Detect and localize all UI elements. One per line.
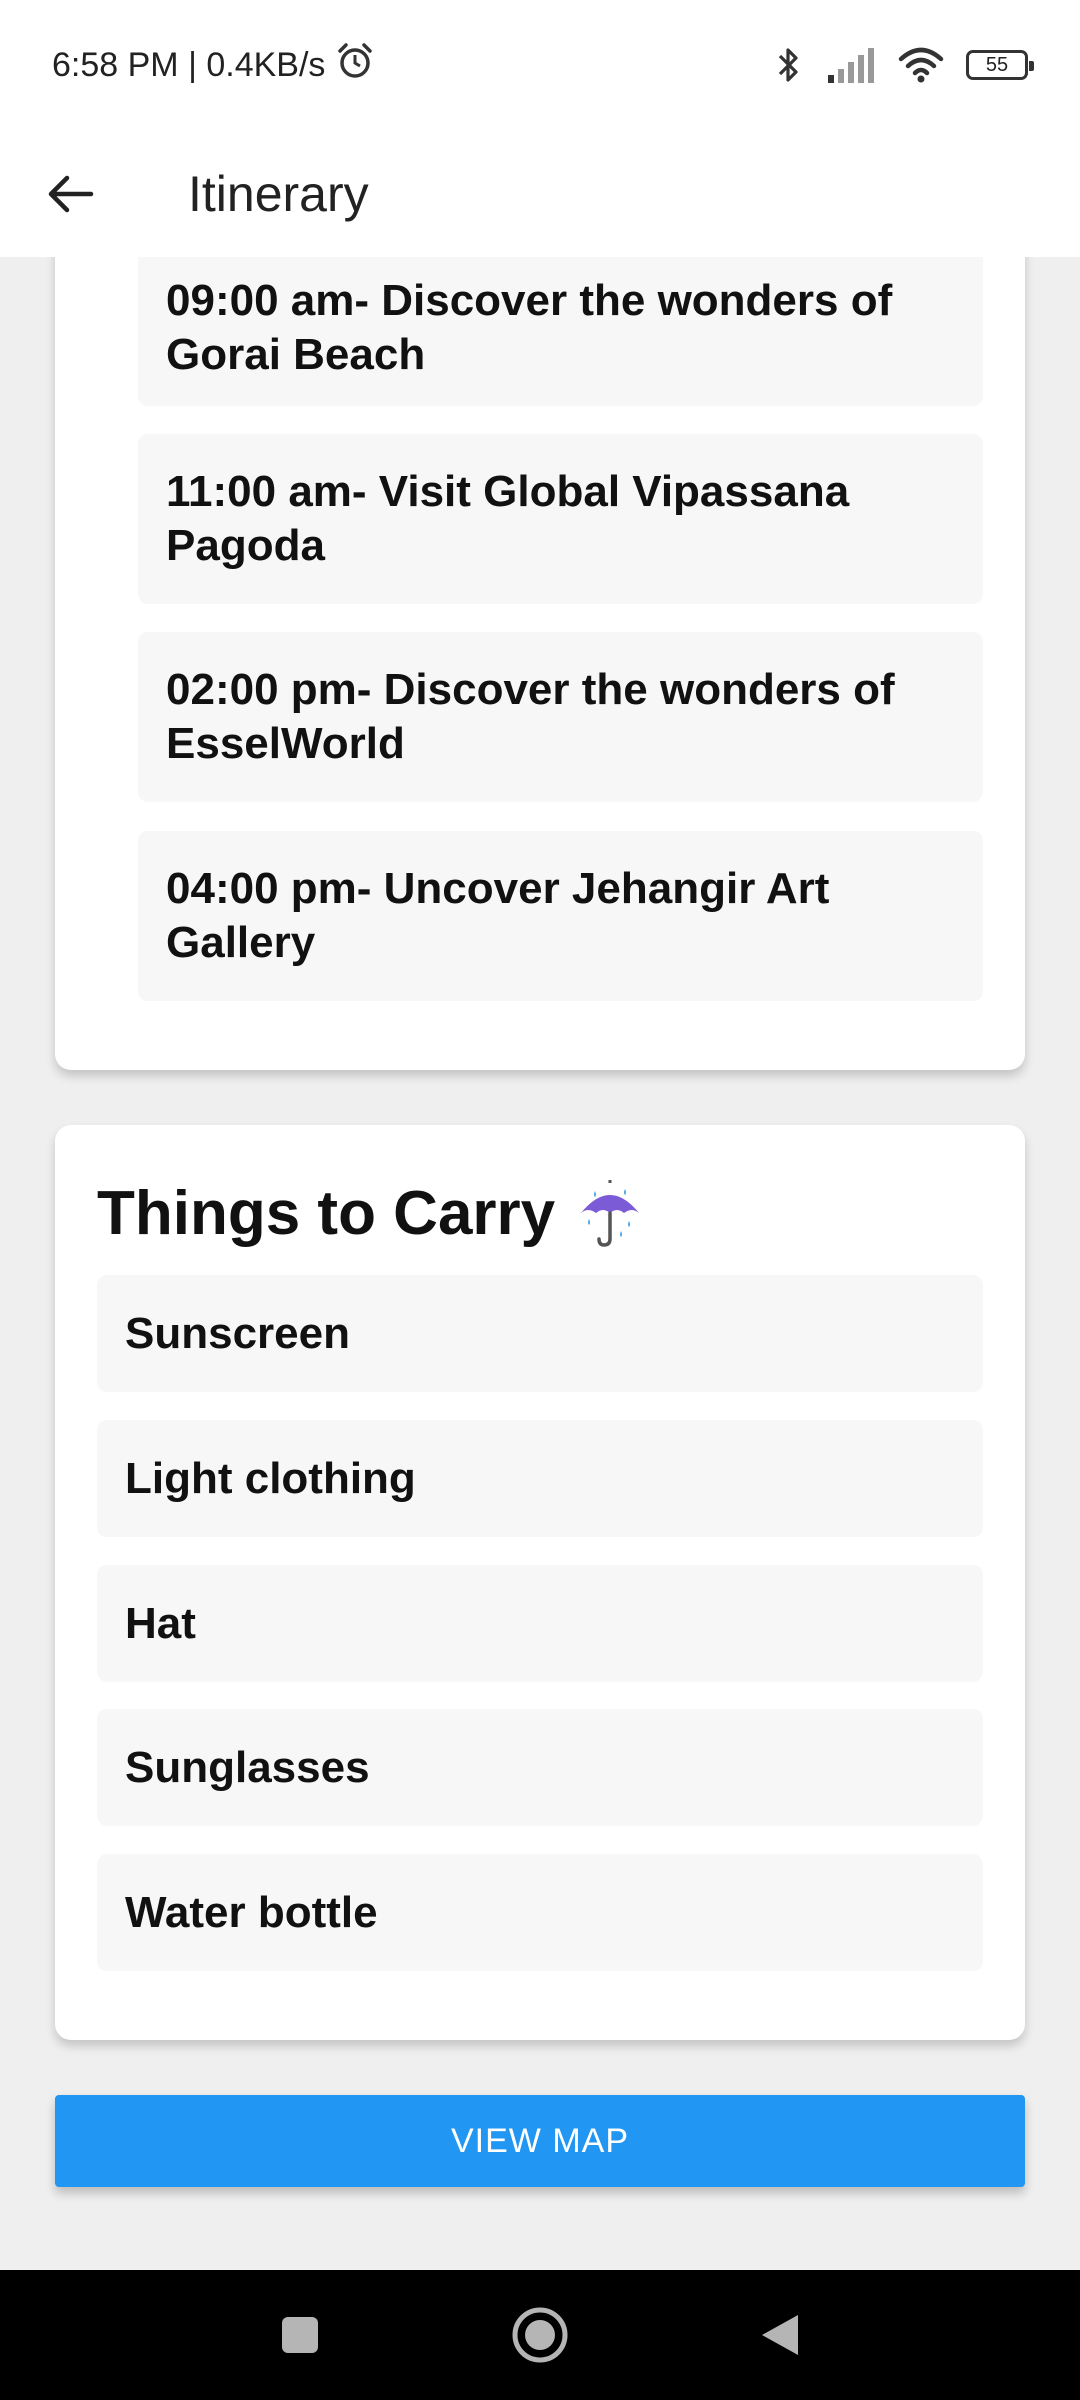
bluetooth-icon <box>774 45 804 85</box>
alarm-icon <box>335 41 375 90</box>
app-bar: Itinerary <box>0 130 1080 257</box>
status-left: 6:58 PM | 0.4KB/s <box>52 41 375 90</box>
recents-square-icon <box>282 2317 318 2353</box>
home-circle-icon <box>512 2307 568 2363</box>
itinerary-item-text: 04:00 pm- Uncover Jehangir Art Gallery <box>166 864 830 967</box>
itinerary-item[interactable]: 02:00 pm- Discover the wonders of EsselW… <box>138 632 983 802</box>
things-to-carry-heading: Things to Carry <box>97 1177 643 1249</box>
status-right: 55 <box>774 45 1034 85</box>
carry-item[interactable]: Sunglasses <box>97 1709 983 1826</box>
carry-item[interactable]: Water bottle <box>97 1854 983 1971</box>
page-title: Itinerary <box>188 165 369 222</box>
carry-item-text: Water bottle <box>125 1887 378 1937</box>
view-map-button[interactable]: VIEW MAP <box>55 2095 1025 2187</box>
carry-item-text: Sunglasses <box>125 1742 370 1792</box>
status-bar: 6:58 PM | 0.4KB/s 55 <box>0 0 1080 130</box>
carry-item[interactable]: Sunscreen <box>97 1275 983 1392</box>
itinerary-item[interactable]: 11:00 am- Visit Global Vipassana Pagoda <box>138 434 983 604</box>
battery-level: 55 <box>985 53 1009 76</box>
itinerary-item-text: 11:00 am- Visit Global Vipassana Pagoda <box>166 467 850 570</box>
umbrella-with-rain-icon <box>581 1180 640 1247</box>
arrow-back-icon <box>48 175 94 212</box>
status-time: 6:58 PM | 0.4KB/s <box>52 45 326 84</box>
carry-item-text: Hat <box>125 1598 196 1648</box>
back-triangle-icon <box>762 2315 798 2355</box>
carry-item-text: Light clothing <box>125 1453 416 1503</box>
carry-item[interactable]: Hat <box>97 1565 983 1682</box>
things-to-carry-card: Things to Carry Sunscreen Light clothing… <box>55 1125 1025 2040</box>
back-button[interactable] <box>0 130 140 257</box>
itinerary-item-text: 09:00 am- Discover the wonders of Gorai … <box>166 276 893 379</box>
battery-icon: 55 <box>966 50 1034 80</box>
carry-item[interactable]: Light clothing <box>97 1420 983 1537</box>
home-button[interactable] <box>500 2295 580 2375</box>
itinerary-item[interactable]: 04:00 pm- Uncover Jehangir Art Gallery <box>138 831 983 1001</box>
things-to-carry-title: Things to Carry <box>97 1178 556 1248</box>
back-nav-button[interactable] <box>740 2295 820 2375</box>
wifi-icon <box>898 47 944 83</box>
carry-item-text: Sunscreen <box>125 1308 350 1358</box>
recents-button[interactable] <box>260 2295 340 2375</box>
navigation-bar <box>0 2270 1080 2400</box>
itinerary-item-text: 02:00 pm- Discover the wonders of EsselW… <box>166 665 895 768</box>
signal-icon <box>826 47 876 83</box>
itinerary-card: 09:00 am- Discover the wonders of Gorai … <box>55 200 1025 1070</box>
